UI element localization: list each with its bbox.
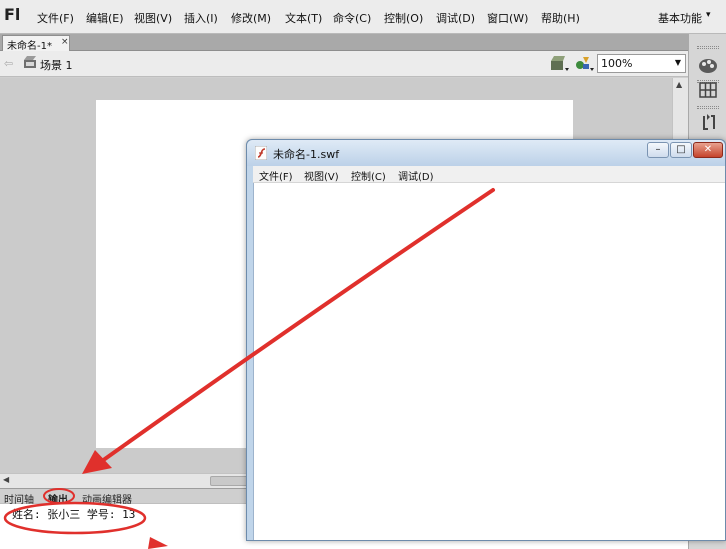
menu-debug[interactable]: 调试(D)	[436, 10, 475, 26]
close-button[interactable]: ✕	[693, 142, 723, 158]
swf-menu-file[interactable]: 文件(F)	[259, 168, 293, 183]
menu-control[interactable]: 控制(O)	[384, 10, 423, 26]
grid-swatches-icon[interactable]	[696, 79, 720, 101]
document-tab-label: 未命名-1*	[7, 41, 52, 52]
main-menubar: Fl 文件(F) 编辑(E) 视图(V) 插入(I) 修改(M) 文本(T) 命…	[0, 0, 726, 34]
workspace-switcher[interactable]: 基本功能	[658, 10, 702, 26]
edit-scene-icon[interactable]	[549, 55, 569, 72]
scene-icon	[24, 56, 36, 68]
close-icon[interactable]: ×	[61, 37, 69, 47]
menu-window[interactable]: 窗口(W)	[487, 10, 528, 26]
transform-icon[interactable]	[696, 112, 720, 134]
menu-insert[interactable]: 插入(I)	[184, 10, 218, 26]
menu-edit[interactable]: 编辑(E)	[86, 10, 124, 26]
back-arrow-icon[interactable]: ⇦	[4, 57, 13, 70]
swf-menu-debug[interactable]: 调试(D)	[398, 168, 434, 183]
color-palette-icon[interactable]	[696, 54, 720, 76]
minimize-icon: –	[655, 144, 661, 155]
swf-window-title: 未命名-1.swf	[273, 148, 340, 161]
dock-grip[interactable]	[697, 106, 719, 109]
dock-grip[interactable]	[697, 46, 719, 49]
document-tab-strip: 未命名-1* ×	[0, 34, 688, 52]
scroll-left-icon[interactable]: ◀	[3, 475, 9, 484]
chevron-down-icon[interactable]: ▾	[706, 10, 711, 20]
swf-titlebar[interactable]: 未命名-1.swf – □ ✕	[247, 140, 725, 166]
document-tab[interactable]: 未命名-1* ×	[2, 35, 70, 52]
swf-menu-control[interactable]: 控制(C)	[351, 168, 386, 183]
scroll-up-icon[interactable]: ▲	[676, 80, 682, 89]
close-icon: ✕	[703, 144, 713, 155]
menu-help[interactable]: 帮助(H)	[541, 10, 580, 26]
flash-player-icon	[255, 146, 267, 160]
output-text: 姓名: 张小三 学号: 13	[12, 508, 136, 521]
zoom-select[interactable]: 100% ▼	[597, 54, 686, 73]
edit-symbol-icon[interactable]	[574, 55, 594, 72]
flash-logo: Fl	[4, 5, 21, 24]
scene-label[interactable]: 场景 1	[40, 57, 73, 73]
swf-content[interactable]	[253, 183, 725, 540]
menu-text[interactable]: 文本(T)	[285, 10, 322, 26]
minimize-button[interactable]: –	[647, 142, 669, 158]
menu-modify[interactable]: 修改(M)	[231, 10, 271, 26]
swf-menu-view[interactable]: 视图(V)	[304, 168, 339, 183]
edit-bar: ⇦ 场景 1 100% ▼	[0, 51, 688, 77]
chevron-down-icon[interactable]: ▼	[675, 58, 681, 67]
swf-player-window: 未命名-1.swf – □ ✕ 文件(F) 视图(V) 控制(C) 调试(D)	[246, 139, 726, 541]
menu-file[interactable]: 文件(F)	[37, 10, 74, 26]
zoom-value: 100%	[601, 57, 633, 70]
menu-view[interactable]: 视图(V)	[134, 10, 172, 26]
maximize-button[interactable]: □	[670, 142, 692, 158]
maximize-icon: □	[676, 144, 686, 155]
swf-menubar: 文件(F) 视图(V) 控制(C) 调试(D)	[253, 166, 725, 183]
menu-commands[interactable]: 命令(C)	[333, 10, 371, 26]
